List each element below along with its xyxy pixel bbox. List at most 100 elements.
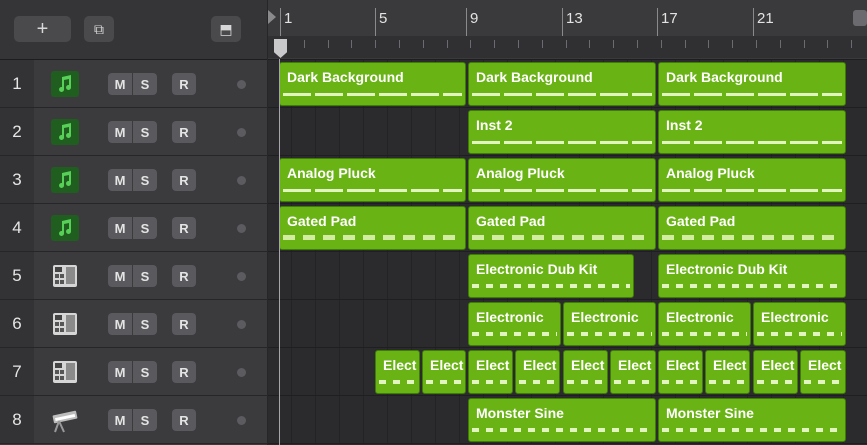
region-notes [472, 428, 652, 432]
ruler-tick [518, 40, 519, 48]
midi-region[interactable]: Monster Sine [658, 398, 846, 442]
record-enable-button[interactable]: R [172, 361, 196, 383]
track-lane-1[interactable]: Dark Background Dark Background Dark Bac… [268, 60, 867, 108]
track-header-4[interactable]: 4 M S R [0, 204, 267, 252]
drum-region[interactable]: Elect [515, 350, 560, 394]
track-lane-3[interactable]: Analog Pluck Analog Pluck Analog Pluck [268, 156, 867, 204]
drum-region[interactable]: Elect [422, 350, 466, 394]
midi-region[interactable]: Analog Pluck [279, 158, 466, 202]
input-monitor-dot[interactable] [237, 176, 246, 185]
show-global-tracks-button[interactable]: ⬒ [211, 16, 241, 42]
region-notes [283, 93, 462, 96]
track-lane-4[interactable]: Gated Pad Gated Pad Gated Pad [268, 204, 867, 252]
bar-ruler[interactable]: 1 5 9 13 17 21 [268, 0, 867, 60]
midi-region[interactable]: Gated Pad [658, 206, 846, 250]
track-lane-2[interactable]: Inst 2 Inst 2 [268, 108, 867, 156]
region-notes [567, 332, 652, 336]
ruler-tick [779, 40, 781, 48]
region-notes [709, 380, 746, 384]
drum-region[interactable]: Elect [658, 350, 703, 394]
input-monitor-dot[interactable] [237, 80, 246, 89]
solo-button[interactable]: S [133, 169, 157, 191]
midi-region[interactable]: Monster Sine [468, 398, 656, 442]
record-enable-button[interactable]: R [172, 313, 196, 335]
solo-button[interactable]: S [133, 313, 157, 335]
track-header-7[interactable]: 7 M S R [0, 348, 267, 396]
cycle-area[interactable] [268, 36, 867, 58]
track-lane-8[interactable]: Monster Sine Monster Sine [268, 396, 867, 444]
record-enable-button[interactable]: R [172, 169, 196, 191]
track-header-1[interactable]: 1 M S R [0, 60, 267, 108]
drum-region[interactable]: Electronic Dub Kit [468, 254, 634, 298]
mute-button[interactable]: M [108, 361, 132, 383]
drum-region[interactable]: Elect [753, 350, 798, 394]
drum-region[interactable]: Elect [705, 350, 750, 394]
midi-region[interactable]: Inst 2 [658, 110, 846, 154]
input-monitor-dot[interactable] [237, 272, 246, 281]
midi-region[interactable]: Analog Pluck [468, 158, 656, 202]
mute-button[interactable]: M [108, 409, 132, 431]
track-lane-6[interactable]: Electronic Electronic Electronic Electro… [268, 300, 867, 348]
midi-region[interactable]: Dark Background [279, 62, 466, 106]
midi-region[interactable]: Analog Pluck [658, 158, 846, 202]
track-header-5[interactable]: 5 M S R [0, 252, 267, 300]
record-enable-button[interactable]: R [172, 265, 196, 287]
arrange-area[interactable]: 1 5 9 13 17 21 Dark Background Dark Back… [268, 0, 867, 445]
input-monitor-dot[interactable] [237, 416, 246, 425]
ruler-tick [827, 40, 829, 48]
midi-region[interactable]: Dark Background [468, 62, 656, 106]
drum-region[interactable]: Electronic [753, 302, 846, 346]
mute-button[interactable]: M [108, 265, 132, 287]
bar-line [753, 8, 754, 36]
ruler-tick [541, 40, 543, 48]
duplicate-track-button[interactable]: ⧉ [84, 16, 114, 42]
solo-button[interactable]: S [133, 121, 157, 143]
midi-region[interactable]: Gated Pad [279, 206, 466, 250]
solo-button[interactable]: S [133, 361, 157, 383]
solo-button[interactable]: S [133, 217, 157, 239]
track-header-6[interactable]: 6 M S R [0, 300, 267, 348]
mute-button[interactable]: M [108, 169, 132, 191]
drum-region[interactable]: Elect [375, 350, 420, 394]
drum-region[interactable]: Electronic Dub Kit [658, 254, 846, 298]
input-monitor-dot[interactable] [237, 224, 246, 233]
track-number: 6 [0, 300, 34, 347]
ruler-tick [351, 40, 353, 48]
input-monitor-dot[interactable] [237, 128, 246, 137]
record-enable-button[interactable]: R [172, 121, 196, 143]
track-lane-5[interactable]: Electronic Dub Kit Electronic Dub Kit [268, 252, 867, 300]
track-header-2[interactable]: 2 M S R [0, 108, 267, 156]
midi-region[interactable]: Gated Pad [468, 206, 656, 250]
midi-region[interactable]: Dark Background [658, 62, 846, 106]
solo-button[interactable]: S [133, 409, 157, 431]
add-track-button[interactable]: + [14, 16, 71, 42]
input-monitor-dot[interactable] [237, 368, 246, 377]
mute-button[interactable]: M [108, 73, 132, 95]
drum-region[interactable]: Elect [610, 350, 656, 394]
ruler-tick [565, 40, 567, 48]
record-enable-button[interactable]: R [172, 409, 196, 431]
mute-button[interactable]: M [108, 217, 132, 239]
ruler-tick [660, 40, 662, 48]
midi-region[interactable]: Inst 2 [468, 110, 656, 154]
solo-button[interactable]: S [133, 265, 157, 287]
solo-button[interactable]: S [133, 73, 157, 95]
ruler-tick [399, 40, 400, 48]
input-monitor-dot[interactable] [237, 320, 246, 329]
mute-button[interactable]: M [108, 121, 132, 143]
region-name: Elect [618, 357, 652, 373]
track-lane-7[interactable]: Elect Elect Elect Elect Elect Elect Elec… [268, 348, 867, 396]
mute-button[interactable]: M [108, 313, 132, 335]
record-enable-button[interactable]: R [172, 73, 196, 95]
drum-region[interactable]: Electronic [658, 302, 751, 346]
ruler-tick [684, 40, 686, 48]
track-header-3[interactable]: 3 M S R [0, 156, 267, 204]
drum-region[interactable]: Elect [800, 350, 846, 394]
track-header-8[interactable]: 8 M S R [0, 396, 267, 444]
drum-region[interactable]: Electronic [563, 302, 656, 346]
drum-region[interactable]: Electronic [468, 302, 561, 346]
record-enable-button[interactable]: R [172, 217, 196, 239]
drum-region[interactable]: Elect [468, 350, 513, 394]
drum-region[interactable]: Elect [563, 350, 608, 394]
region-notes [472, 332, 557, 336]
